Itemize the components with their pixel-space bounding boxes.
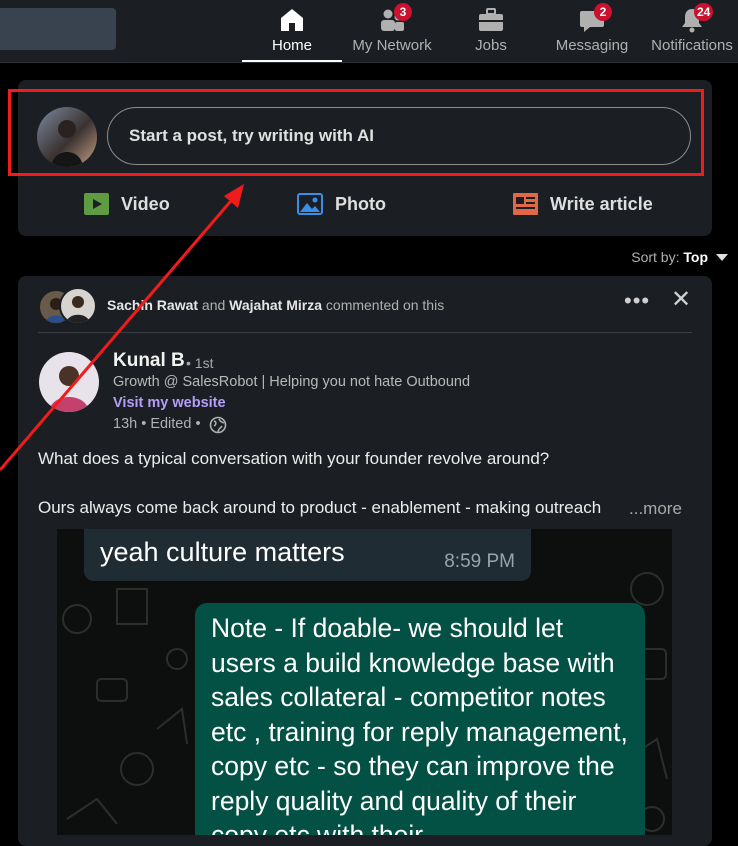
nav-messaging[interactable]: 2 Messaging	[552, 0, 632, 62]
post-text-line-1: What does a typical conversation with yo…	[38, 449, 550, 468]
caret-down-icon[interactable]	[716, 254, 728, 261]
chat-bubble-received: yeah culture matters 8:59 PM	[84, 529, 531, 581]
commenter-name-2[interactable]: Wajahat Mirza	[229, 297, 322, 313]
photo-label: Photo	[335, 193, 386, 214]
post-timestamp: 13h • Edited •	[113, 416, 201, 432]
close-icon[interactable]: ✕	[671, 288, 691, 312]
social-action: commented on this	[325, 297, 445, 313]
video-label: Video	[121, 193, 170, 214]
home-icon	[281, 9, 303, 31]
messaging-badge: 2	[594, 3, 612, 21]
nav-notifications[interactable]: 24 Notifications	[648, 0, 736, 62]
nav-messaging-label: Messaging	[555, 37, 629, 54]
notifications-badge: 24	[694, 3, 714, 21]
commenter-name-1[interactable]: Sachin Rawat	[107, 297, 198, 313]
nav-notifications-label: Notifications	[651, 37, 733, 54]
globe-icon	[209, 416, 227, 434]
divider	[38, 332, 692, 333]
author-photo	[49, 366, 89, 412]
highlight-box	[8, 89, 704, 176]
network-badge: 3	[394, 3, 412, 21]
photo-button[interactable]: Photo	[297, 190, 386, 218]
top-nav-bar: Home 3 My Network Jobs 2 Messaging 24 No…	[0, 0, 738, 63]
briefcase-icon	[479, 8, 503, 31]
see-more-link[interactable]: ...more	[629, 499, 682, 519]
connection-degree: • 1st	[186, 355, 214, 371]
search-box[interactable]	[0, 8, 116, 50]
photo-icon	[297, 193, 323, 215]
article-icon	[513, 193, 538, 215]
commenter-avatar-2[interactable]	[59, 287, 97, 325]
sort-by-label: Sort by:	[631, 249, 680, 265]
visit-website-link[interactable]: Visit my website	[113, 395, 226, 411]
post-text-line-2: Ours always come back around to product …	[38, 498, 602, 517]
nav-jobs-label: Jobs	[475, 37, 507, 54]
nav-home[interactable]: Home	[242, 0, 342, 62]
social-context: Sachin Rawat and Wajahat Mirza commented…	[107, 297, 444, 313]
chat-message-1: yeah culture matters	[100, 537, 345, 567]
video-button[interactable]: Video	[84, 190, 170, 218]
nav-my-network[interactable]: 3 My Network	[347, 0, 437, 62]
nav-jobs[interactable]: Jobs	[451, 0, 531, 62]
sort-by-value: Top	[683, 249, 708, 265]
commenter-photo-2	[66, 296, 90, 323]
author-name[interactable]: Kunal B	[113, 350, 185, 372]
social-joiner: and	[201, 297, 226, 313]
nav-my-network-label: My Network	[352, 37, 432, 54]
chat-bubble-sent: Note - If doable- we should let users a …	[195, 603, 645, 835]
chat-timestamp-1: 8:59 PM	[444, 551, 515, 572]
nav-home-label: Home	[271, 37, 312, 54]
author-avatar[interactable]	[39, 352, 99, 412]
sort-by-control[interactable]: Sort by: Top	[631, 249, 708, 265]
author-headline: Growth @ SalesRobot | Helping you not ha…	[113, 374, 471, 390]
more-options-icon[interactable]: •••	[624, 288, 650, 314]
post-image[interactable]: yeah culture matters 8:59 PM Note - If d…	[57, 529, 672, 835]
write-article-label: Write article	[550, 193, 653, 214]
video-icon	[84, 193, 109, 215]
chat-message-2: Note - If doable- we should let users a …	[211, 613, 628, 835]
write-article-button[interactable]: Write article	[513, 190, 653, 218]
